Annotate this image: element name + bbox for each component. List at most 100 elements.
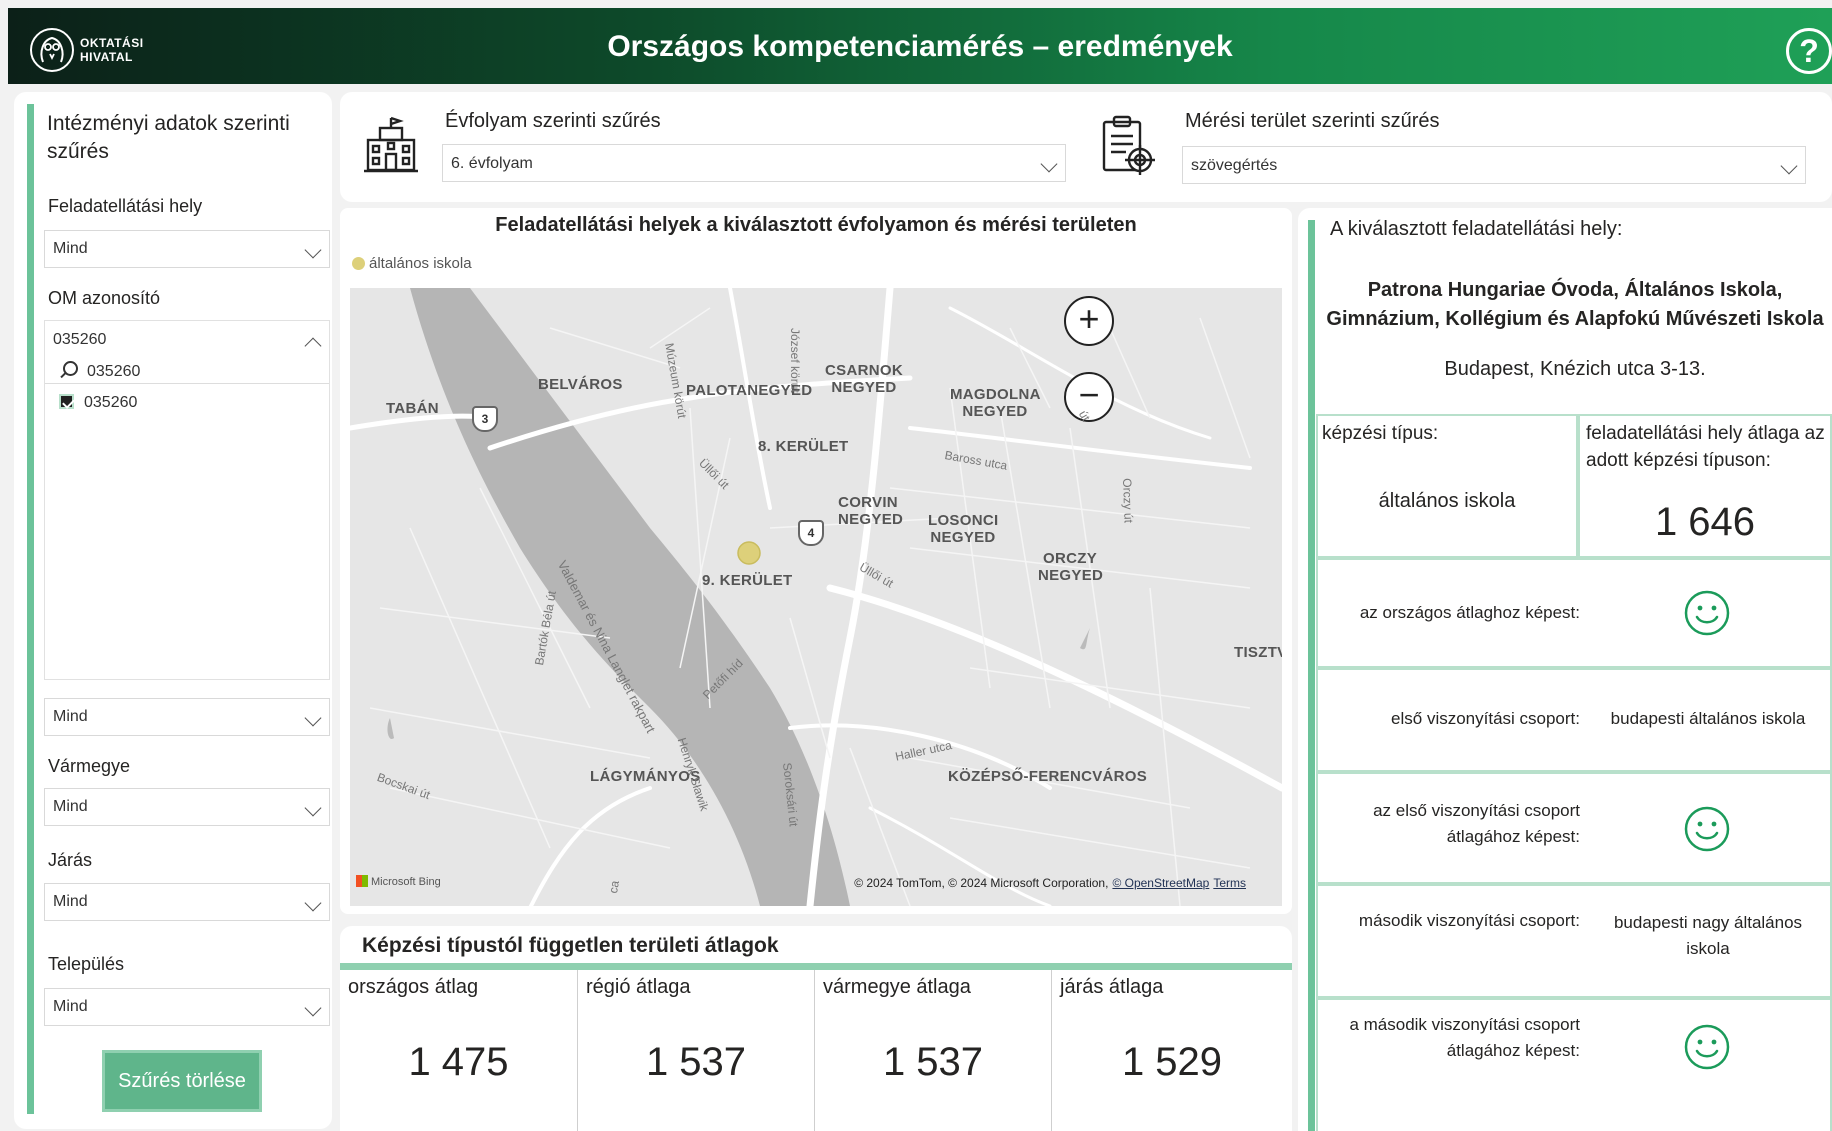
chevron-down-icon xyxy=(1040,155,1058,173)
regional-averages-panel: Képzési típustól független területi átla… xyxy=(340,926,1292,1131)
zoom-in-button[interactable]: + xyxy=(1064,296,1114,346)
evfolyam-value: 6. évfolyam xyxy=(451,155,533,172)
first-group-comparison-label-line1: az első viszonyítási csoport xyxy=(1373,801,1580,820)
attribution-text: © 2024 TomTom, © 2024 Microsoft Corporat… xyxy=(854,876,1109,890)
map-label-tisztv: TISZTV xyxy=(1234,644,1282,661)
om-dropdown-panel: 035260 035260 035260 xyxy=(44,320,330,680)
average-value: 1 537 xyxy=(882,1040,984,1084)
map-label-belvaros: BELVÁROS xyxy=(538,376,623,393)
street-label: József körút xyxy=(788,328,802,393)
meresi-label: Mérési terület szerinti szűrés xyxy=(1185,110,1440,132)
regio-dropdown[interactable]: Mind xyxy=(44,698,330,736)
legend-dot-icon xyxy=(352,257,365,270)
om-dropdown[interactable]: 035260 xyxy=(45,321,329,359)
checkbox-checked-icon xyxy=(59,394,74,409)
average-card-county: vármegye átlaga 1 537 xyxy=(815,970,1052,1131)
search-icon xyxy=(59,361,78,379)
feladat-dropdown[interactable]: Mind xyxy=(44,230,330,268)
school-building-icon xyxy=(364,116,418,173)
om-option-checkbox[interactable]: 035260 xyxy=(59,394,137,412)
institution-name-line2: Gimnázium, Kollégium és Alapfokú Művésze… xyxy=(1326,308,1824,330)
evfolyam-label: Évfolyam szerinti szűrés xyxy=(445,110,661,132)
average-value: 1 529 xyxy=(1121,1040,1223,1084)
averages-header-rule xyxy=(340,963,1292,970)
om-option-label: 035260 xyxy=(84,394,138,411)
average-label: régió átlaga xyxy=(586,976,691,998)
training-type-card: képzési típus: általános iskola xyxy=(1316,414,1578,558)
national-comparison-label: az országos átlaghoz képest: xyxy=(1359,603,1580,622)
second-group-row: második viszonyítási csoport: budapesti … xyxy=(1316,884,1832,998)
sidebar-accent-bar xyxy=(27,104,34,1114)
map-legend: általános iskola xyxy=(352,255,472,272)
first-group-label: első viszonyítási csoport: xyxy=(1391,709,1580,728)
telepules-dropdown[interactable]: Mind xyxy=(44,988,330,1026)
map-attribution: © 2024 TomTom, © 2024 Microsoft Corporat… xyxy=(854,876,1246,890)
app-header: OKTATÁSI HIVATAL Országos kompetenciamér… xyxy=(8,8,1832,84)
jaras-dropdown[interactable]: Mind xyxy=(44,883,330,921)
institution-name-line1: Patrona Hungariae Óvoda, Általános Iskol… xyxy=(1367,279,1783,301)
openstreetmap-link[interactable]: © OpenStreetMap xyxy=(1112,876,1209,890)
detail-accent-bar xyxy=(1308,220,1315,1131)
smiley-icon xyxy=(1684,1024,1730,1070)
varmegye-dropdown[interactable]: Mind xyxy=(44,788,330,826)
microsoft-logo-icon xyxy=(356,875,368,887)
national-comparison-row: az országos átlaghoz képest: xyxy=(1316,558,1832,668)
meresi-dropdown[interactable]: szövegértés xyxy=(1182,146,1806,184)
average-card-region: régió átlaga 1 537 xyxy=(578,970,815,1131)
map-panel: Feladatellátási helyek a kiválasztott év… xyxy=(340,208,1292,914)
first-group-comparison-label: az első viszonyítási csoport átlagához k… xyxy=(1318,798,1580,850)
om-value: 035260 xyxy=(53,331,107,348)
map-title: Feladatellátási helyek a kiválasztott év… xyxy=(495,214,1137,236)
second-group-comparison-row: a második viszonyítási csoport átlagához… xyxy=(1316,998,1832,1131)
institution-address: Budapest, Knézich utca 3-13. xyxy=(1444,358,1706,380)
jaras-label: Járás xyxy=(48,850,93,870)
telepules-label: Település xyxy=(48,954,125,974)
average-card-district: járás átlaga 1 529 xyxy=(1052,970,1292,1131)
map-label-losonci: LOSONCI NEGYED xyxy=(928,512,999,546)
second-group-comparison-label-line1: a második viszonyítási csoport xyxy=(1349,1015,1580,1034)
terms-link[interactable]: Terms xyxy=(1213,876,1246,890)
map-label-csarnok: CSARNOK NEGYED xyxy=(825,362,903,396)
jaras-value: Mind xyxy=(53,893,88,910)
om-search-text: 035260 xyxy=(87,363,141,380)
evfolyam-dropdown[interactable]: 6. évfolyam xyxy=(442,144,1066,182)
map-label-ker8: 8. KERÜLET xyxy=(758,438,849,455)
chevron-up-icon xyxy=(304,337,322,355)
varmegye-label: Vármegye xyxy=(48,756,131,776)
chevron-down-icon xyxy=(304,241,322,259)
bing-text: Microsoft Bing xyxy=(371,876,441,888)
map-background xyxy=(350,288,1282,906)
map-label-kozepso: KÖZÉPSŐ-FERENCVÁROS xyxy=(948,768,1148,785)
school-location-marker[interactable] xyxy=(737,541,761,565)
first-group-row: első viszonyítási csoport: budapesti ált… xyxy=(1316,668,1832,772)
institution-name: Patrona Hungariae Óvoda, Általános Iskol… xyxy=(1318,276,1832,334)
average-value: 1 475 xyxy=(408,1040,509,1084)
first-group-value: budapesti általános iskola xyxy=(1610,709,1806,728)
average-card-national: országos átlag 1 475 xyxy=(340,970,578,1131)
om-search-input[interactable]: 035260 xyxy=(59,361,140,381)
chevron-down-icon xyxy=(304,894,322,912)
feladat-label: Feladatellátási hely xyxy=(48,196,203,216)
feladat-value: Mind xyxy=(53,240,88,257)
smiley-icon xyxy=(1684,590,1730,636)
telepules-value: Mind xyxy=(53,998,88,1015)
map-canvas[interactable]: + − 3 4 TABÁN BELVÁROS PALOTANEGYED CSAR… xyxy=(350,288,1282,906)
route-badge-3: 3 xyxy=(472,406,498,432)
smiley-icon xyxy=(1684,806,1730,852)
street-label: ca xyxy=(606,879,622,895)
average-value: 1 537 xyxy=(645,1040,747,1084)
sidebar-title: Intézményi adatok szerinti szűrés xyxy=(47,112,290,163)
first-group-comparison-label-line2: átlagához képest: xyxy=(1446,827,1580,846)
chevron-down-icon xyxy=(1780,157,1798,175)
om-label: OM azonosító xyxy=(48,288,161,308)
question-icon[interactable]: ? xyxy=(1786,28,1832,74)
street-label: Orczy út xyxy=(1120,478,1136,524)
second-group-label: második viszonyítási csoport: xyxy=(1358,911,1580,930)
institution-average-card: feladatellátási hely átlaga az adott kép… xyxy=(1578,414,1832,558)
institution-average-value: 1 646 xyxy=(1654,500,1756,544)
selected-institution-label: A kiválasztott feladatellátási hely: xyxy=(1330,218,1623,240)
average-label: vármegye átlaga xyxy=(823,976,971,998)
map-label-magdolna: MAGDOLNA NEGYED xyxy=(950,386,1041,420)
second-group-comparison-label-line2: átlagához képest: xyxy=(1446,1041,1580,1060)
clear-filters-button[interactable]: Szűrés törlése xyxy=(102,1050,262,1112)
